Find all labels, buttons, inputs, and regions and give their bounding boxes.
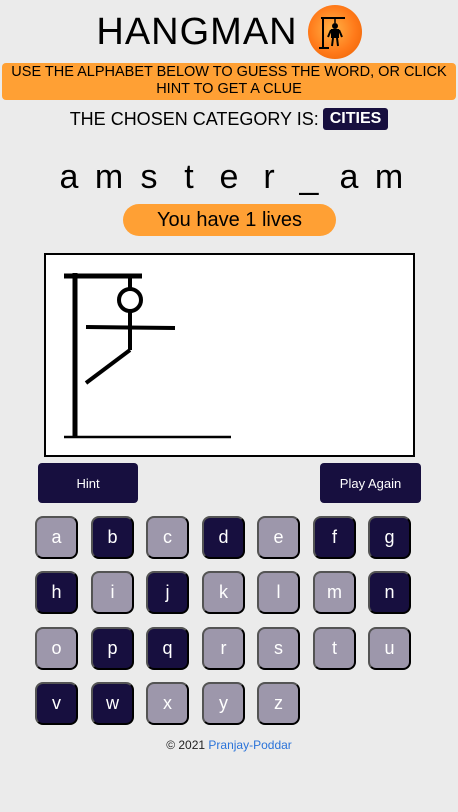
copyright-text: © 2021 <box>166 738 206 752</box>
word-letter: m <box>374 158 404 196</box>
page-title: HANGMAN <box>96 10 298 53</box>
key-o[interactable]: o <box>35 627 78 670</box>
category-row: THE CHOSEN CATEGORY IS: CITIES <box>0 106 458 132</box>
category-badge: CITIES <box>322 108 389 130</box>
key-d[interactable]: d <box>202 516 245 559</box>
word-letter: s <box>140 158 158 196</box>
hangman-head <box>117 287 143 313</box>
key-v[interactable]: v <box>35 682 78 725</box>
word-display: a m s t e r _ a m <box>0 158 458 197</box>
key-u[interactable]: u <box>368 627 411 670</box>
key-k[interactable]: k <box>202 571 245 614</box>
word-letter: e <box>219 158 239 196</box>
key-r[interactable]: r <box>202 627 245 670</box>
lives-counter: You have 1 lives <box>123 204 336 236</box>
key-g[interactable]: g <box>368 516 411 559</box>
key-h[interactable]: h <box>35 571 78 614</box>
key-a[interactable]: a <box>35 516 78 559</box>
hangman-arms <box>85 325 176 330</box>
hangman-drawing <box>64 273 231 439</box>
word-letter: a <box>339 158 359 196</box>
word-letter: m <box>94 158 124 196</box>
hangman-canvas <box>44 253 415 457</box>
play-again-button[interactable]: Play Again <box>320 463 421 503</box>
key-q[interactable]: q <box>146 627 189 670</box>
key-x[interactable]: x <box>146 682 189 725</box>
word-letter: a <box>59 158 79 196</box>
key-p[interactable]: p <box>91 627 134 670</box>
key-e[interactable]: e <box>257 516 300 559</box>
key-z[interactable]: z <box>257 682 300 725</box>
key-w[interactable]: w <box>91 682 134 725</box>
footer: © 2021 Pranjay-Poddar <box>0 738 458 752</box>
instructions-banner: USE THE ALPHABET BELOW TO GUESS THE WORD… <box>2 63 456 100</box>
header: HANGMAN <box>0 4 458 60</box>
key-f[interactable]: f <box>313 516 356 559</box>
author-link[interactable]: Pranjay-Poddar <box>208 738 291 752</box>
key-c[interactable]: c <box>146 516 189 559</box>
key-b[interactable]: b <box>91 516 134 559</box>
word-letter: t <box>184 158 194 196</box>
key-n[interactable]: n <box>368 571 411 614</box>
category-label: THE CHOSEN CATEGORY IS: <box>69 108 319 129</box>
key-i[interactable]: i <box>91 571 134 614</box>
hint-button[interactable]: Hint <box>38 463 138 503</box>
key-y[interactable]: y <box>202 682 245 725</box>
hangman-logo-icon <box>307 5 362 59</box>
hangman-leg <box>84 348 132 385</box>
word-letter: _ <box>299 158 319 196</box>
key-j[interactable]: j <box>146 571 189 614</box>
key-l[interactable]: l <box>257 571 300 614</box>
key-t[interactable]: t <box>313 627 356 670</box>
key-m[interactable]: m <box>313 571 356 614</box>
word-letter: r <box>263 158 275 196</box>
key-s[interactable]: s <box>257 627 300 670</box>
